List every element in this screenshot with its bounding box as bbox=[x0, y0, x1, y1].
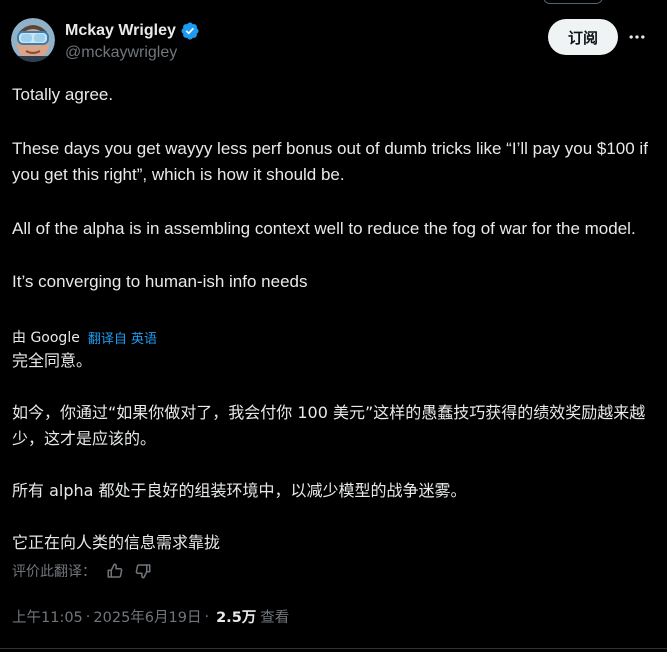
thumbs-up-icon[interactable] bbox=[106, 562, 124, 580]
tweet-paragraph: It’s converging to human-ish info needs bbox=[12, 272, 308, 291]
views-count: 2.5万 bbox=[216, 610, 257, 626]
translated-paragraph: 完全同意。 bbox=[12, 351, 93, 370]
avatar[interactable] bbox=[11, 18, 55, 62]
views-label: 查看 bbox=[260, 610, 290, 626]
name-row: Mckay Wrigley bbox=[65, 20, 200, 42]
translated-paragraph: 它正在向人类的信息需求靠拢 bbox=[12, 533, 221, 552]
divider bbox=[0, 648, 667, 649]
translated-paragraph: 所有 alpha 都处于良好的组装环境中，以减少模型的战争迷雾。 bbox=[12, 481, 467, 500]
author-info: Mckay Wrigley @mckaywrigley bbox=[65, 20, 200, 62]
verified-badge-icon[interactable] bbox=[180, 21, 200, 41]
author-name[interactable]: Mckay Wrigley bbox=[65, 22, 176, 40]
tweet-detail: Mckay Wrigley @mckaywrigley 订阅 Totally a… bbox=[0, 0, 667, 652]
tweet-paragraph: All of the alpha is in assembling contex… bbox=[12, 218, 636, 238]
tweet-time[interactable]: 上午11:05 bbox=[12, 606, 83, 627]
translation-source-row: 由 Google 翻译自 英语 bbox=[12, 327, 157, 347]
translated-paragraph: 如今，你通过“如果你做对了，我会付你 100 美元”这样的愚蠢技巧获得的绩效奖励… bbox=[12, 403, 646, 448]
meta-separator: · bbox=[85, 608, 91, 625]
rate-translation-row: 评价此翻译： bbox=[12, 561, 152, 581]
partial-button-top[interactable] bbox=[543, 0, 603, 4]
tweet-meta: 上午11:05 · 2025年6月19日 · 2.5万 查看 bbox=[12, 606, 289, 627]
thumbs-down-icon[interactable] bbox=[134, 562, 152, 580]
meta-separator: · bbox=[204, 608, 210, 625]
translated-from-link[interactable]: 翻译自 英语 bbox=[88, 328, 157, 347]
translated-text: 完全同意。 如今，你通过“如果你做对了，我会付你 100 美元”这样的愚蠢技巧获… bbox=[12, 348, 652, 556]
tweet-header: Mckay Wrigley @mckaywrigley 订阅 bbox=[11, 16, 656, 68]
author-handle[interactable]: @mckaywrigley bbox=[65, 44, 200, 62]
tweet-paragraph: These days you get wayyy less perf bonus… bbox=[12, 138, 648, 185]
avatar-image bbox=[11, 18, 55, 62]
subscribe-button[interactable]: 订阅 bbox=[548, 19, 618, 55]
translated-by-label: 由 Google bbox=[12, 330, 80, 346]
more-icon[interactable] bbox=[623, 23, 651, 51]
tweet-date[interactable]: 2025年6月19日 bbox=[93, 606, 201, 627]
rate-translation-label: 评价此翻译： bbox=[12, 564, 96, 580]
tweet-text: Totally agree. These days you get wayyy … bbox=[12, 82, 652, 296]
tweet-paragraph: Totally agree. bbox=[12, 85, 114, 104]
